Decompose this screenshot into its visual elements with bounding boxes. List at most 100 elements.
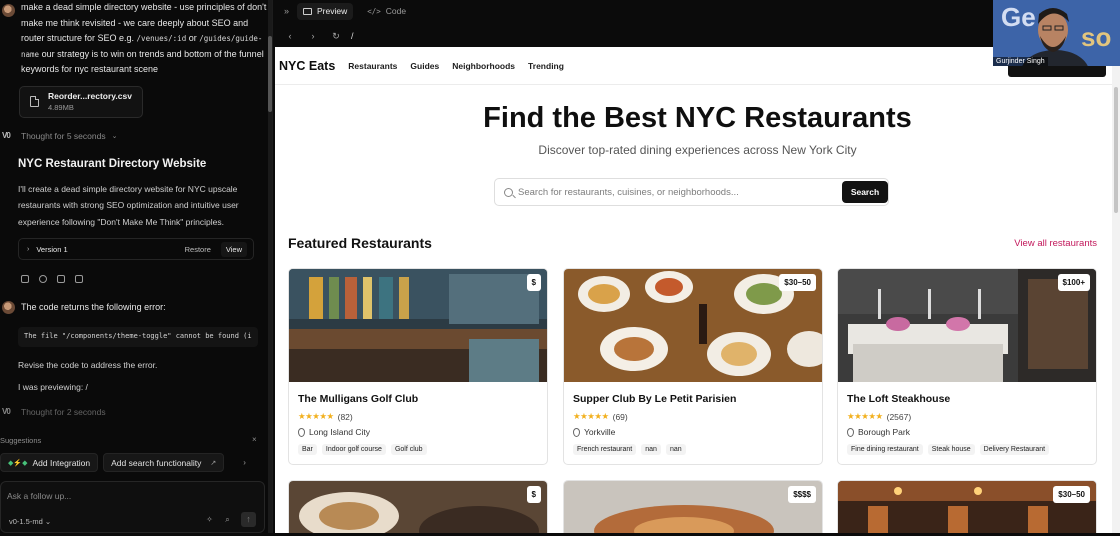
section-title: Featured Restaurants: [288, 235, 432, 251]
nav-restaurants[interactable]: Restaurants: [348, 61, 397, 71]
suggestions-row: ◆⚡◆ Add Integration Add search functiona…: [0, 453, 246, 472]
copy-icon[interactable]: [21, 275, 29, 283]
attach-icon[interactable]: ⌕: [223, 515, 232, 524]
tab-label: Code: [385, 6, 407, 16]
composer-input[interactable]: Ask a follow up...: [7, 491, 71, 501]
code-icon: </>: [367, 6, 381, 16]
window-icon: [303, 7, 313, 15]
restaurant-photo: [564, 481, 822, 536]
attachment-chip[interactable]: Reorder...rectory.csv 4.89MB: [19, 85, 143, 118]
location-label: Long Island City: [309, 427, 370, 437]
restaurant-name[interactable]: The Loft Steakhouse: [847, 393, 950, 405]
back-icon[interactable]: ‹: [284, 31, 296, 41]
restaurant-card[interactable]: $ The Mulligans Golf Club ★★★★★ (82) Lon…: [288, 268, 548, 465]
suggestion-add-search[interactable]: Add search functionality ↗: [103, 453, 225, 472]
tab-code[interactable]: </> Code: [361, 3, 412, 20]
composer-actions: ✧ ⌕ ↑: [205, 512, 256, 527]
user-message-text-part: our strategy is to win on trends and bot…: [21, 48, 264, 75]
panel-divider[interactable]: [272, 0, 273, 536]
star-rating-icon: ★★★★★: [298, 411, 334, 421]
inline-code: /venues/:id: [136, 34, 187, 43]
user-message: The code returns the following error:: [0, 297, 272, 316]
suggestion-label: Add search functionality: [111, 457, 202, 468]
v0-logo-icon: V0: [2, 407, 11, 416]
user-message-text-part: or: [186, 33, 200, 43]
restaurant-photo: [289, 269, 547, 382]
rating: ★★★★★ (2567): [847, 411, 911, 422]
location: Long Island City: [298, 427, 370, 437]
sparkle-icon[interactable]: ✧: [205, 515, 214, 524]
nav-guides[interactable]: Guides: [410, 61, 439, 71]
close-icon[interactable]: ×: [252, 435, 257, 444]
restaurant-card[interactable]: $30–50: [837, 480, 1097, 536]
tag: Golf club: [390, 444, 427, 455]
response-title: NYC Restaurant Directory Website: [18, 157, 207, 170]
forward-icon[interactable]: ›: [307, 31, 319, 41]
search-button[interactable]: Search: [842, 181, 888, 203]
tag: Steak house: [927, 444, 975, 455]
restaurant-name[interactable]: Supper Club By Le Petit Parisien: [573, 393, 736, 405]
follow-up-composer[interactable]: Ask a follow up... v0-1.5-md ⌄ ✧ ⌕ ↑: [0, 481, 265, 533]
reload-icon[interactable]: ↻: [330, 31, 342, 42]
thumbs-up-icon[interactable]: [57, 275, 65, 283]
price-badge: $30–50: [779, 274, 816, 291]
tag: Indoor golf course: [321, 444, 386, 455]
previewing-line: I was previewing: /: [18, 381, 88, 392]
restore-button[interactable]: Restore: [185, 245, 211, 254]
send-button[interactable]: ↑: [241, 512, 256, 527]
error-code-block: The file "/components/theme-toggle" cann…: [18, 326, 258, 347]
chat-panel: make a dead simple directory website - u…: [0, 0, 272, 536]
hero-title: Find the Best NYC Restaurants: [483, 102, 912, 134]
user-message: make a dead simple directory website - u…: [0, 0, 272, 78]
tag: French restaurant: [573, 444, 637, 455]
integration-icons: ◆⚡◆: [8, 459, 28, 467]
view-all-link[interactable]: View all restaurants: [1014, 238, 1097, 249]
suggestion-add-integration[interactable]: ◆⚡◆ Add Integration: [0, 453, 99, 472]
tag-list: French restaurant nan nan: [573, 444, 686, 455]
tag-list: Fine dining restaurant Steak house Deliv…: [847, 444, 1050, 455]
price-badge: $30–50: [1053, 486, 1090, 503]
map-pin-icon: [847, 427, 854, 437]
location: Yorkville: [573, 427, 615, 437]
map-pin-icon: [298, 427, 305, 437]
thought-toggle[interactable]: V0 Thought for 5 seconds ⌄: [0, 131, 272, 141]
search-icon: [504, 188, 513, 197]
address-path[interactable]: /: [351, 31, 354, 41]
collapse-sidebar-icon[interactable]: »: [284, 6, 289, 16]
retry-icon[interactable]: [39, 275, 47, 283]
file-icon: [30, 96, 39, 107]
search-input[interactable]: [518, 184, 836, 200]
tag: nan: [641, 444, 661, 455]
nav-neighborhoods[interactable]: Neighborhoods: [452, 61, 515, 71]
location-label: Borough Park: [858, 427, 910, 437]
tab-preview[interactable]: Preview: [297, 2, 354, 20]
comment-icon[interactable]: [75, 275, 83, 283]
chevron-right-icon[interactable]: ›: [243, 458, 246, 467]
search-bar: Search: [494, 178, 889, 206]
tag: nan: [665, 444, 686, 455]
restaurant-name[interactable]: The Mulligans Golf Club: [298, 393, 418, 405]
v0-logo-icon: V0: [2, 131, 11, 140]
nav-trending[interactable]: Trending: [528, 61, 564, 71]
model-label: v0-1.5-md: [9, 517, 43, 526]
view-button[interactable]: View: [220, 241, 247, 257]
site-logo[interactable]: NYC Eats: [279, 59, 335, 73]
revise-line: Revise the code to address the error.: [18, 359, 158, 370]
suggestions-label: Suggestions: [0, 436, 42, 445]
restaurant-card[interactable]: $30–50 Supper Club By Le Petit Parisien …: [563, 268, 823, 465]
restaurant-card[interactable]: $100+ The Loft Steakhouse ★★★★★ (2567) B…: [837, 268, 1097, 465]
message-actions: [21, 275, 272, 283]
model-select[interactable]: v0-1.5-md ⌄: [9, 517, 51, 526]
rating: ★★★★★ (82): [298, 411, 353, 422]
attachment-name: Reorder...rectory.csv: [48, 91, 132, 101]
tag-list: Bar Indoor golf course Golf club: [298, 444, 427, 455]
thought-toggle[interactable]: V0 Thought for 2 seconds: [0, 407, 272, 417]
price-badge: $100+: [1057, 274, 1090, 291]
restaurant-card[interactable]: $: [288, 480, 548, 536]
tab-label: Preview: [317, 6, 348, 16]
map-pin-icon: [573, 427, 580, 437]
restaurant-card[interactable]: $$$$: [563, 480, 823, 536]
response-body: I'll create a dead simple directory webs…: [18, 183, 239, 227]
preview-scrollbar-thumb[interactable]: [1114, 87, 1118, 213]
version-card[interactable]: › Version 1 Restore View: [18, 238, 254, 260]
